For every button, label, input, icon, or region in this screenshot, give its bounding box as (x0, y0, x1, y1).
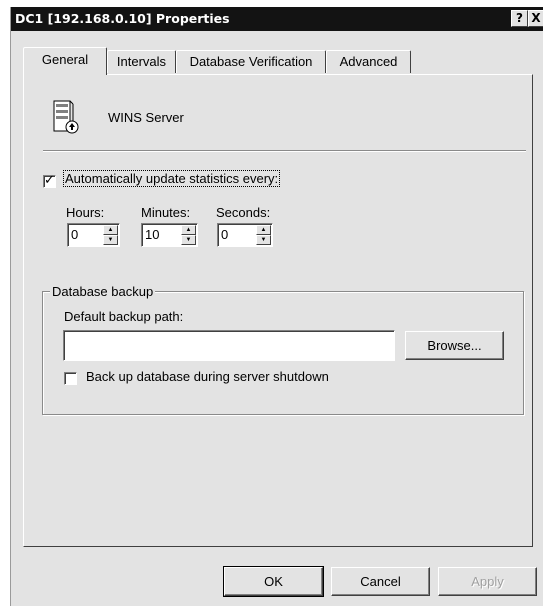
close-button[interactable]: X (528, 10, 543, 27)
spin-down-icon[interactable]: ▼ (256, 235, 271, 245)
browse-button[interactable]: Browse... (405, 331, 504, 360)
title-bar[interactable]: DC1 [192.168.0.10] Properties ? X (11, 7, 543, 31)
spin-down-icon[interactable]: ▼ (181, 235, 196, 245)
spin-up-icon[interactable]: ▲ (103, 225, 118, 235)
apply-button[interactable]: Apply (438, 567, 537, 596)
backup-on-shutdown-checkbox[interactable] (64, 372, 77, 385)
cancel-button[interactable]: Cancel (331, 567, 430, 596)
auto-update-checkbox[interactable]: ✓ (43, 172, 56, 188)
separator (43, 150, 526, 152)
seconds-spinner[interactable]: 0 ▲ ▼ (217, 223, 273, 247)
auto-update-label[interactable]: Automatically update statistics every: (62, 170, 281, 187)
minutes-label: Minutes: (141, 205, 191, 220)
server-icon (50, 99, 80, 138)
spin-up-icon[interactable]: ▲ (181, 225, 196, 235)
help-button[interactable]: ? (511, 10, 528, 27)
seconds-value[interactable]: 0 (221, 227, 228, 242)
backup-path-input[interactable] (63, 330, 395, 361)
tab-advanced[interactable]: Advanced (326, 50, 411, 73)
backup-path-label: Default backup path: (64, 309, 184, 324)
window-title: DC1 [192.168.0.10] Properties (15, 11, 230, 26)
tab-database-verification[interactable]: Database Verification (176, 50, 326, 73)
minutes-value[interactable]: 10 (145, 227, 159, 242)
checkmark-icon: ✓ (44, 172, 55, 187)
server-type-label: WINS Server (108, 110, 184, 125)
hours-label: Hours: (66, 205, 105, 220)
spin-down-icon[interactable]: ▼ (103, 235, 118, 245)
ok-button[interactable]: OK (223, 566, 324, 597)
tab-intervals[interactable]: Intervals (107, 50, 176, 73)
hours-value[interactable]: 0 (71, 227, 78, 242)
tab-general[interactable]: General (23, 47, 107, 75)
group-title: Database backup (50, 284, 156, 299)
spin-up-icon[interactable]: ▲ (256, 225, 271, 235)
properties-dialog: DC1 [192.168.0.10] Properties ? X Genera… (10, 7, 543, 606)
hours-spinner[interactable]: 0 ▲ ▼ (67, 223, 120, 247)
backup-on-shutdown-label[interactable]: Back up database during server shutdown (86, 369, 329, 384)
seconds-label: Seconds: (216, 205, 271, 220)
minutes-spinner[interactable]: 10 ▲ ▼ (141, 223, 198, 247)
